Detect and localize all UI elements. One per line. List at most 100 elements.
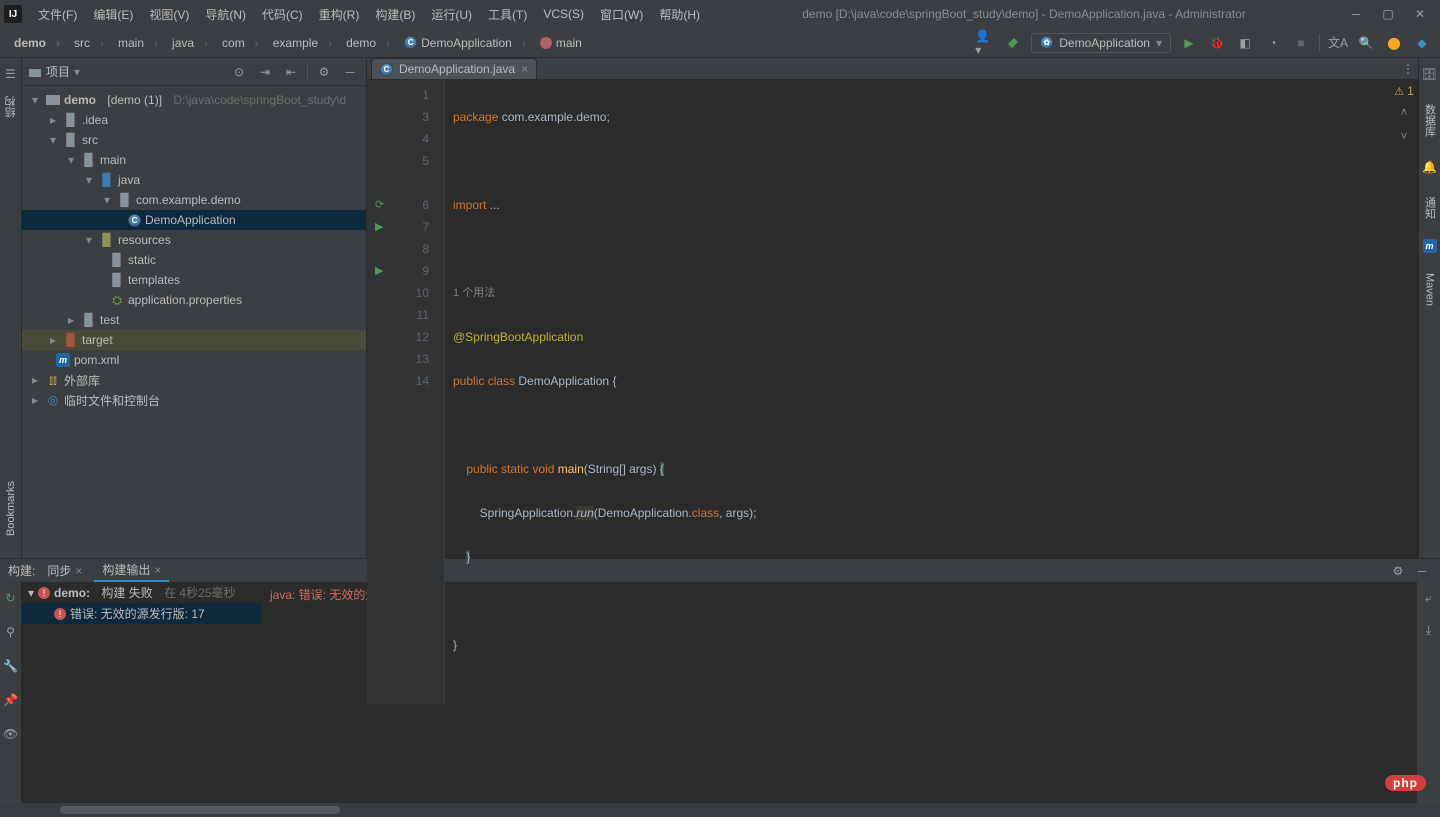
debug-icon[interactable]: 🐞	[1207, 33, 1227, 53]
tree-pom[interactable]: mpom.xml	[22, 350, 366, 370]
tree-target[interactable]: ▸▉target	[22, 330, 366, 350]
structure-tab[interactable]: 结构	[3, 96, 19, 118]
coverage-icon[interactable]: ◧	[1235, 33, 1255, 53]
build-tree[interactable]: ▾! demo: 构建 失败 在 4秒25毫秒 ! 错误: 无效的源发行版: 1…	[22, 582, 262, 803]
code-editor[interactable]: 1 3 4 5 ⟳6 ▶7 8 ▶9 10 11 12 13 14 packag…	[367, 80, 1418, 704]
tree-templates[interactable]: ▉templates	[22, 270, 366, 290]
crumb-example[interactable]: example	[267, 34, 340, 52]
scroll-down-icon[interactable]: ˅	[1394, 126, 1414, 146]
build-tree-root[interactable]: ▾! demo: 构建 失败 在 4秒25毫秒	[22, 582, 261, 603]
tree-appprops[interactable]: ⛭application.properties	[22, 290, 366, 310]
codewithme-icon[interactable]: ◆	[1412, 33, 1432, 53]
eye-icon[interactable]: 👁	[1, 724, 21, 744]
project-tree[interactable]: ▾ demo [demo (1)] D:\java\code\springBoo…	[22, 86, 366, 558]
user-icon[interactable]: 👤▾	[975, 33, 995, 53]
error-icon: !	[54, 608, 66, 620]
code-content[interactable]: package com.example.demo; import ... 1 个…	[445, 80, 1390, 704]
softwrap-icon[interactable]: ⤶	[1419, 588, 1439, 608]
expand-all-icon[interactable]: ⇥	[255, 62, 275, 82]
tab-close-icon[interactable]: ×	[154, 563, 161, 577]
run-config-selector[interactable]: ✿ DemoApplication ▾	[1031, 33, 1171, 53]
menu-build[interactable]: 构建(B)	[367, 2, 423, 27]
tree-src[interactable]: ▾▉src	[22, 130, 366, 150]
notifications-tab[interactable]: 通知	[1422, 193, 1438, 223]
maximize-icon[interactable]: ▢	[1382, 8, 1394, 20]
crumb-demo[interactable]: demo	[8, 34, 68, 52]
menu-tools[interactable]: 工具(T)	[480, 2, 535, 27]
run-gutter-icon[interactable]: ⟳	[375, 194, 384, 216]
tree-demoapplication[interactable]: CDemoApplication	[22, 210, 366, 230]
collapse-all-icon[interactable]: ⇤	[281, 62, 301, 82]
database-tab-icon[interactable]: 🗄	[1420, 64, 1440, 84]
minimize-icon[interactable]: ─	[1350, 8, 1362, 20]
build-tree-error[interactable]: ! 错误: 无效的源发行版: 17	[22, 603, 261, 624]
menu-nav[interactable]: 导航(N)	[197, 2, 254, 27]
pin-icon[interactable]: 📌	[1, 690, 21, 710]
build-hammer-icon[interactable]	[1003, 33, 1023, 53]
menu-window[interactable]: 窗口(W)	[592, 2, 651, 27]
wrench-icon[interactable]: 🔧	[1, 656, 21, 676]
tree-test[interactable]: ▸▉test	[22, 310, 366, 330]
menu-refactor[interactable]: 重构(R)	[311, 2, 368, 27]
search-icon[interactable]: 🔍	[1356, 33, 1376, 53]
crumb-java[interactable]: java	[166, 34, 216, 52]
bookmarks-tab[interactable]: Bookmarks	[5, 481, 17, 536]
translate-icon[interactable]: 文A	[1328, 33, 1348, 53]
select-opened-icon[interactable]: ⊙	[229, 62, 249, 82]
scroll-to-end-icon[interactable]: ⤓	[1419, 620, 1439, 640]
titlebar: IJ 文件(F) 编辑(E) 视图(V) 导航(N) 代码(C) 重构(R) 构…	[0, 0, 1440, 28]
menu-vcs[interactable]: VCS(S)	[535, 3, 592, 25]
structure-tab-icon[interactable]: ☰	[1, 64, 21, 84]
tree-java[interactable]: ▾▉java	[22, 170, 366, 190]
crumb-main[interactable]: main	[112, 34, 166, 52]
run-gutter-icon[interactable]: ▶	[375, 216, 383, 238]
ide-sync-icon[interactable]: ⬤	[1384, 33, 1404, 53]
crumb-demo2[interactable]: demo	[340, 34, 398, 52]
database-tab[interactable]: 数据库	[1422, 100, 1438, 141]
line-gutter[interactable]: 1 3 4 5 ⟳6 ▶7 8 ▶9 10 11 12 13 14	[367, 80, 435, 704]
menu-file[interactable]: 文件(F)	[30, 2, 85, 27]
build-tab-output[interactable]: 构建输出×	[94, 559, 169, 582]
tab-close-icon[interactable]: ×	[75, 564, 82, 578]
maven-tab[interactable]: Maven	[1424, 269, 1436, 310]
menu-help[interactable]: 帮助(H)	[651, 2, 708, 27]
close-icon[interactable]: ✕	[1414, 8, 1426, 20]
profile-icon[interactable]: ◔	[1263, 33, 1283, 53]
crumb-method[interactable]: main	[534, 34, 600, 52]
tree-scratch[interactable]: ▸◎临时文件和控制台	[22, 390, 366, 410]
menu-edit[interactable]: 编辑(E)	[85, 2, 141, 27]
scrollbar-thumb[interactable]	[60, 806, 340, 814]
crumb-src[interactable]: src	[68, 34, 112, 52]
crumb-com[interactable]: com	[216, 34, 267, 52]
tree-main[interactable]: ▾▉main	[22, 150, 366, 170]
hide-panel-icon[interactable]: ─	[340, 62, 360, 82]
build-scrollbar[interactable]	[0, 803, 1440, 817]
notifications-tab-icon[interactable]: 🔔	[1420, 157, 1440, 177]
rerun-icon[interactable]: ↻	[1, 588, 21, 608]
build-right-toolbar: ⤶ ⤓	[1416, 582, 1440, 803]
editor-tab-demoapplication[interactable]: C DemoApplication.java ×	[371, 58, 537, 79]
tree-root[interactable]: ▾ demo [demo (1)] D:\java\code\springBoo…	[22, 90, 366, 110]
filter-icon[interactable]: ⚲	[1, 622, 21, 642]
run-icon[interactable]: ▶	[1179, 33, 1199, 53]
project-panel-title[interactable]: 项目 ▾	[28, 63, 80, 80]
scroll-up-icon[interactable]: ˄	[1394, 102, 1414, 122]
tree-static[interactable]: ▉static	[22, 250, 366, 270]
stop-icon[interactable]: ■	[1291, 33, 1311, 53]
menu-run[interactable]: 运行(U)	[423, 2, 480, 27]
fold-gutter[interactable]	[435, 80, 445, 704]
tree-resources[interactable]: ▾▉resources	[22, 230, 366, 250]
menu-view[interactable]: 视图(V)	[141, 2, 197, 27]
editor-more-icon[interactable]: ⋮	[1398, 59, 1418, 79]
build-tab-sync[interactable]: 同步×	[39, 560, 90, 581]
crumb-class[interactable]: CDemoApplication	[398, 34, 534, 52]
run-gutter-icon[interactable]: ▶	[375, 260, 383, 282]
settings-icon[interactable]: ⚙	[314, 62, 334, 82]
menu-code[interactable]: 代码(C)	[254, 2, 311, 27]
tree-package[interactable]: ▾▉com.example.demo	[22, 190, 366, 210]
warning-badge[interactable]: ⚠ 1	[1394, 84, 1414, 98]
tree-idea[interactable]: ▸▉.idea	[22, 110, 366, 130]
tree-extlib[interactable]: ▸⫾⫾外部库	[22, 370, 366, 390]
tab-close-icon[interactable]: ×	[521, 62, 528, 76]
maven-tab-icon[interactable]: m	[1423, 239, 1437, 253]
